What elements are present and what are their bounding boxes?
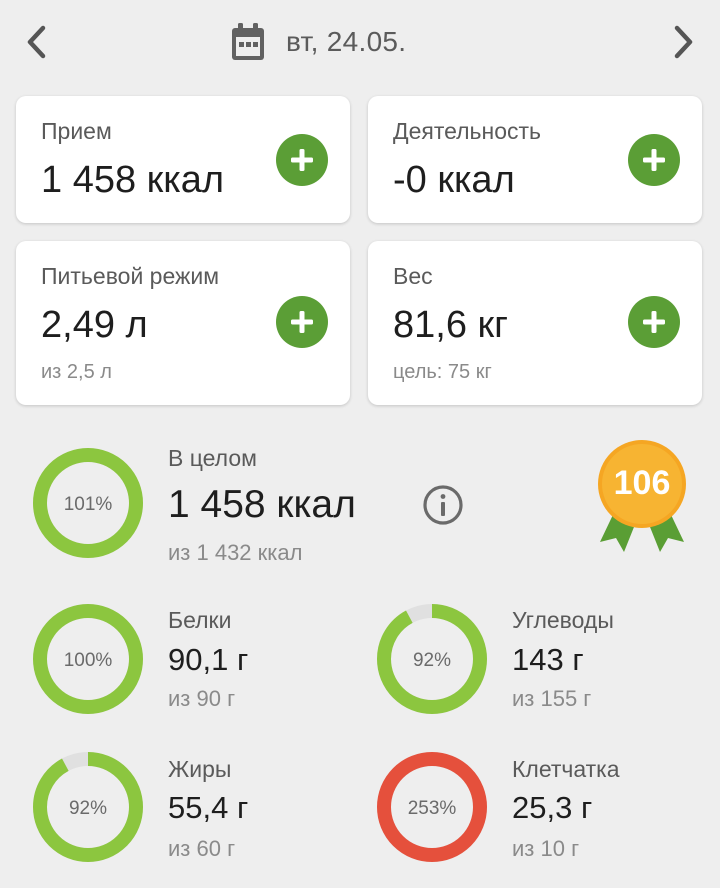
carbs-goal: из 155 г	[512, 686, 592, 711]
carbs-value: 143 г	[512, 642, 584, 677]
date-selector[interactable]: вт, 24.05.	[230, 22, 406, 62]
previous-day-button[interactable]	[18, 22, 54, 62]
intake-value: 1 458 ккал	[41, 159, 225, 201]
water-label: Питьевой режим	[41, 263, 220, 289]
add-water-button[interactable]	[276, 296, 328, 348]
water-value: 2,49 л	[41, 304, 148, 346]
activity-label: Деятельность	[393, 118, 542, 144]
fiber-goal: из 10 г	[512, 836, 580, 861]
fat-ring: 92%	[33, 752, 143, 862]
add-activity-button[interactable]	[628, 134, 680, 186]
protein-value: 90,1 г	[168, 642, 249, 677]
streak-badge[interactable]: 106	[592, 438, 692, 554]
total-calories-ring: 101%	[33, 448, 143, 558]
activity-value: -0 ккал	[393, 159, 515, 201]
activity-card[interactable]: Деятельность -0 ккал	[368, 96, 702, 223]
total-label: В целом	[168, 445, 257, 471]
ring-percent: 92%	[69, 798, 107, 819]
intake-label: Прием	[41, 118, 112, 144]
water-card[interactable]: Питьевой режим 2,49 л из 2,5 л	[16, 241, 350, 405]
protein-label: Белки	[168, 607, 232, 633]
weight-value: 81,6 кг	[393, 304, 509, 346]
plus-icon	[291, 311, 313, 333]
fiber-value: 25,3 г	[512, 790, 593, 825]
fiber-label: Клетчатка	[512, 756, 620, 782]
ring-percent: 92%	[413, 650, 451, 671]
plus-icon	[643, 149, 665, 171]
add-weight-button[interactable]	[628, 296, 680, 348]
carbs-ring: 92%	[377, 604, 487, 714]
weight-label: Вес	[393, 263, 433, 289]
ring-percent: 101%	[64, 494, 113, 515]
info-button[interactable]	[420, 482, 466, 528]
info-icon	[423, 485, 463, 525]
chevron-right-icon	[674, 25, 693, 59]
plus-icon	[643, 311, 665, 333]
fat-label: Жиры	[168, 756, 232, 782]
carbs-label: Углеводы	[512, 607, 614, 633]
protein-ring: 100%	[33, 604, 143, 714]
streak-count: 106	[613, 464, 671, 502]
next-day-button[interactable]	[666, 22, 702, 62]
fiber-ring: 253%	[377, 752, 487, 862]
current-date: вт, 24.05.	[286, 26, 407, 57]
total-value: 1 458 ккал	[168, 483, 356, 526]
fat-goal: из 60 г	[168, 836, 236, 861]
water-goal: из 2,5 л	[41, 361, 112, 383]
protein-goal: из 90 г	[168, 686, 236, 711]
intake-card[interactable]: Прием 1 458 ккал	[16, 96, 350, 223]
calendar-icon	[232, 23, 264, 60]
ring-percent: 100%	[64, 650, 113, 671]
chevron-left-icon	[27, 25, 46, 59]
fat-value: 55,4 г	[168, 790, 249, 825]
ring-percent: 253%	[408, 798, 457, 819]
add-intake-button[interactable]	[276, 134, 328, 186]
total-goal: из 1 432 ккал	[168, 540, 303, 565]
plus-icon	[291, 149, 313, 171]
weight-goal: цель: 75 кг	[393, 361, 492, 383]
weight-card[interactable]: Вес 81,6 кг цель: 75 кг	[368, 241, 702, 405]
